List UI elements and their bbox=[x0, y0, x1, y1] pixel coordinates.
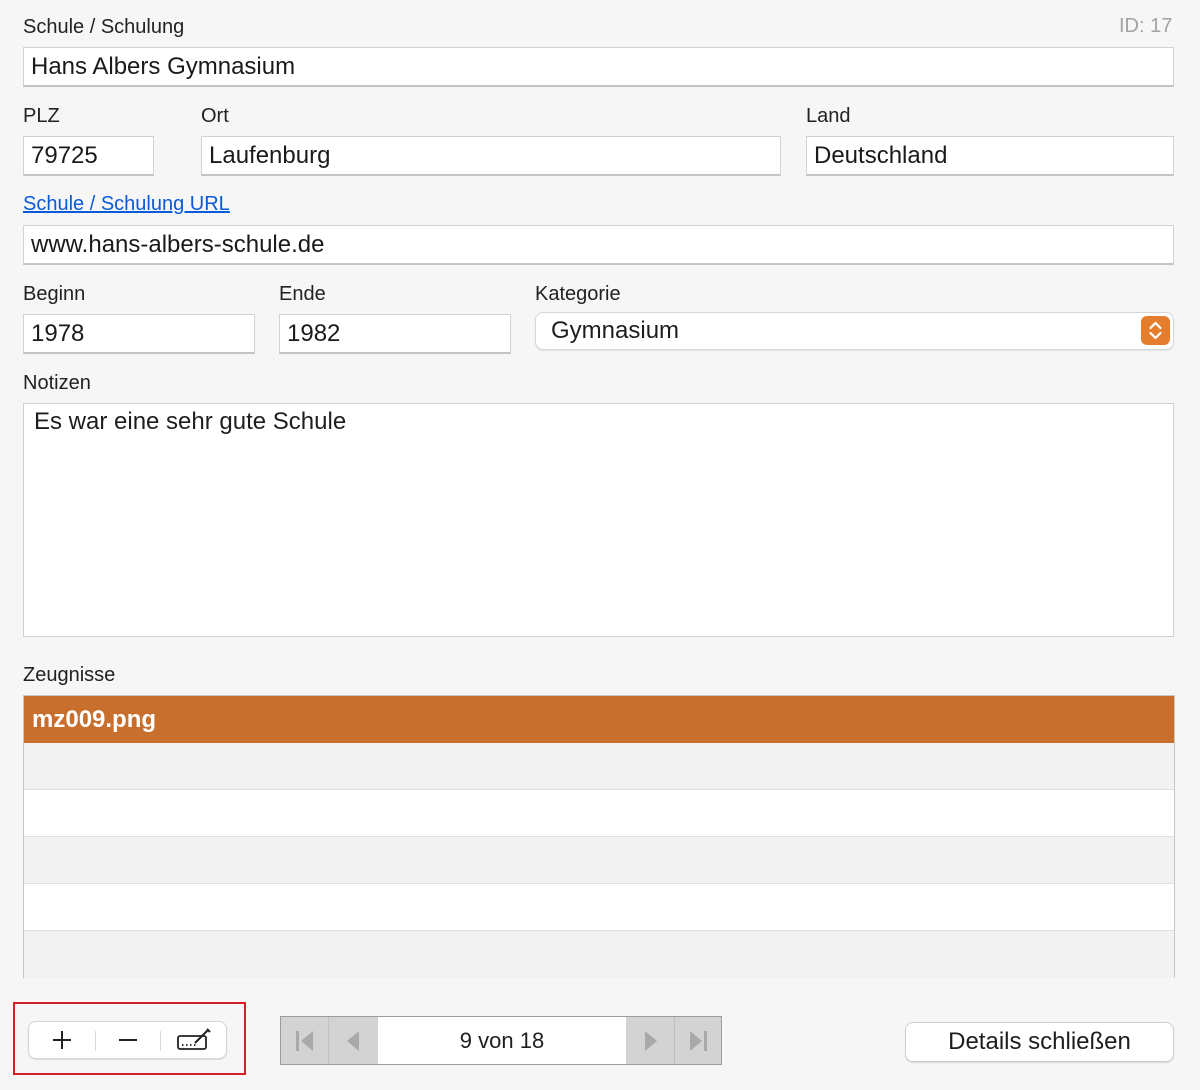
plz-label: PLZ bbox=[23, 105, 60, 127]
table-row[interactable] bbox=[24, 884, 1174, 931]
add-button[interactable] bbox=[29, 1022, 95, 1058]
last-record-icon bbox=[690, 1030, 707, 1051]
first-record-button[interactable] bbox=[281, 1017, 328, 1064]
next-record-icon bbox=[645, 1030, 657, 1051]
beginn-field[interactable]: 1978 bbox=[23, 314, 255, 354]
close-details-button[interactable]: Details schließen bbox=[905, 1022, 1174, 1062]
kategorie-value: Gymnasium bbox=[551, 317, 680, 344]
record-actions-segmented bbox=[28, 1021, 227, 1059]
beginn-label: Beginn bbox=[23, 283, 86, 305]
previous-record-button[interactable] bbox=[328, 1017, 378, 1064]
kategorie-select[interactable]: Gymnasium bbox=[535, 312, 1174, 350]
school-url-link[interactable]: Schule / Schulung URL bbox=[23, 193, 230, 216]
ort-label: Ort bbox=[201, 105, 229, 127]
school-label: Schule / Schulung bbox=[23, 16, 185, 38]
ort-field[interactable]: Laufenburg bbox=[201, 136, 781, 176]
notes-textarea[interactable]: Es war eine sehr gute Schule bbox=[23, 403, 1174, 637]
zeugnisse-label: Zeugnisse bbox=[23, 664, 116, 686]
remove-button[interactable] bbox=[96, 1022, 160, 1058]
table-row[interactable] bbox=[24, 837, 1174, 884]
record-position: 9 von 18 bbox=[378, 1017, 626, 1064]
minus-icon bbox=[119, 1039, 137, 1041]
school-name-field[interactable]: Hans Albers Gymnasium bbox=[23, 47, 1174, 87]
last-record-button[interactable] bbox=[675, 1017, 721, 1064]
table-row[interactable] bbox=[24, 743, 1174, 790]
next-record-button[interactable] bbox=[626, 1017, 675, 1064]
url-field[interactable]: www.hans-albers-schule.de bbox=[23, 225, 1174, 265]
previous-record-icon bbox=[346, 1030, 359, 1051]
ende-field[interactable]: 1982 bbox=[279, 314, 511, 354]
table-row[interactable] bbox=[24, 790, 1174, 837]
ende-label: Ende bbox=[279, 283, 326, 305]
plz-field[interactable]: 79725 bbox=[23, 136, 154, 176]
plus-icon bbox=[53, 1031, 71, 1049]
edit-button[interactable] bbox=[161, 1022, 227, 1058]
first-record-icon bbox=[295, 1030, 313, 1051]
select-stepper-icon bbox=[1141, 316, 1170, 345]
table-row[interactable] bbox=[24, 931, 1174, 978]
notes-label: Notizen bbox=[23, 372, 91, 394]
record-navigator: 9 von 18 bbox=[280, 1016, 722, 1065]
kategorie-label: Kategorie bbox=[535, 283, 621, 305]
record-id: ID: 17 bbox=[1119, 15, 1173, 37]
zeugnisse-table: mz009.png bbox=[23, 695, 1175, 978]
table-row-selected[interactable]: mz009.png bbox=[24, 696, 1174, 743]
land-field[interactable]: Deutschland bbox=[806, 136, 1174, 176]
edit-icon bbox=[177, 1028, 211, 1050]
land-label: Land bbox=[806, 105, 851, 127]
